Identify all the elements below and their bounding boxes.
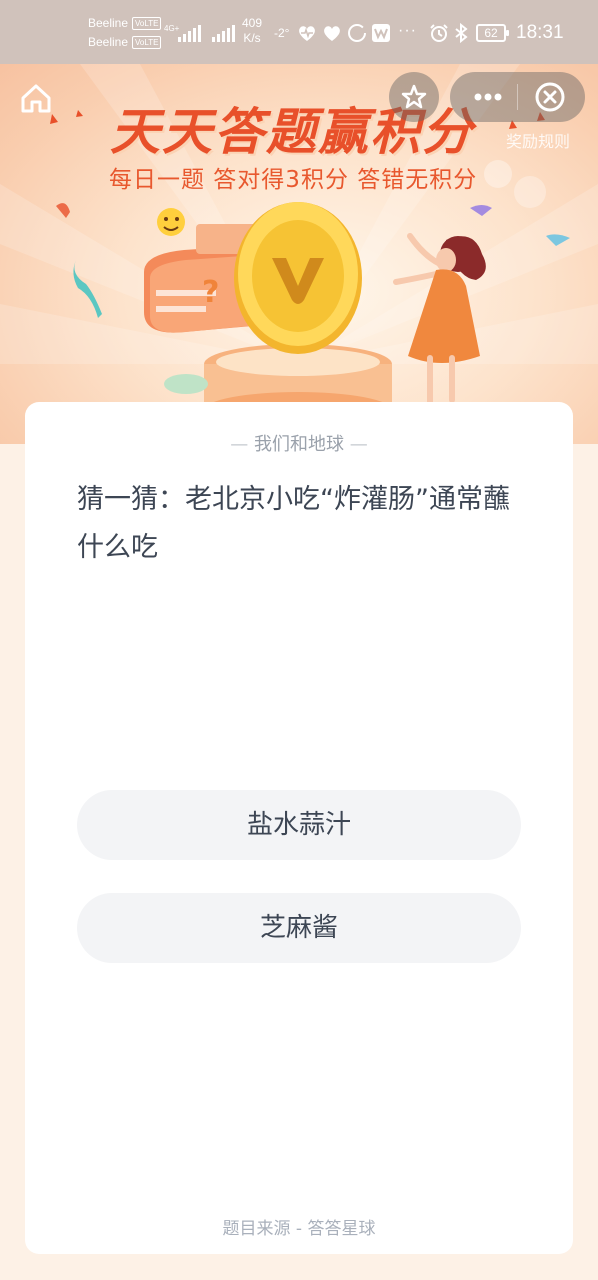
network-speed: 409 K/s (242, 16, 262, 46)
answer-option[interactable]: 芝麻酱 (77, 893, 521, 963)
more-notifications-icon: ··· (398, 22, 417, 39)
volte-badge: VoLTE (132, 17, 162, 30)
carrier-2: Beeline (88, 35, 129, 49)
quiz-card: — 我们和地球 — 猜一猜：老北京小吃“炸灌肠”通常蘸什么吃 盐水蒜汁 芝麻酱 … (25, 402, 573, 1254)
carrier-1: Beeline (88, 16, 129, 30)
star-icon (401, 84, 427, 109)
banner: ? 天天答题赢积分 每日一题 答对得3积分 答错无积分 奖励规则 (0, 64, 598, 444)
heart-rate-icon (299, 26, 315, 41)
favorite-button[interactable] (389, 72, 439, 122)
question-text: 猜一猜：老北京小吃“炸灌肠”通常蘸什么吃 (77, 484, 510, 563)
battery-icon: 62 (476, 24, 509, 42)
banner-subtitle: 每日一题 答对得3积分 答错无积分 (109, 167, 478, 193)
speed-value: 409 (242, 16, 263, 30)
question-category: — 我们和地球 — (25, 430, 573, 456)
temperature: -2° (274, 26, 290, 40)
signal-icon (178, 24, 201, 42)
category-dash-right: — (349, 434, 368, 455)
question-source: 题目来源 - 答答星球 (222, 1219, 376, 1239)
svg-text:?: ? (202, 275, 219, 310)
mini-program-capsule (450, 72, 585, 122)
wps-icon (372, 24, 390, 42)
carrier-info: Beeline VoLTE Beeline VoLTE (88, 14, 162, 52)
category-label: 我们和地球 (254, 434, 344, 455)
capsule-divider (517, 84, 518, 110)
heart-icon (324, 26, 340, 41)
category-dash-left: — (230, 434, 249, 455)
more-icon[interactable] (468, 84, 508, 110)
volte-badge: VoLTE (132, 36, 162, 49)
bluetooth-icon (455, 22, 468, 44)
loading-circle-icon (348, 24, 366, 42)
speed-unit: K/s (243, 31, 261, 45)
answer-option[interactable]: 盐水蒜汁 (77, 790, 521, 860)
home-icon[interactable] (18, 80, 54, 116)
status-bar: Beeline VoLTE Beeline VoLTE 4G+ 409 K/s -2… (0, 0, 598, 64)
alarm-icon (430, 24, 448, 42)
signal-icon (212, 24, 235, 42)
rules-link[interactable]: 奖励规则 (506, 128, 570, 152)
clock: 18:31 (516, 22, 564, 43)
close-icon[interactable] (534, 81, 566, 113)
